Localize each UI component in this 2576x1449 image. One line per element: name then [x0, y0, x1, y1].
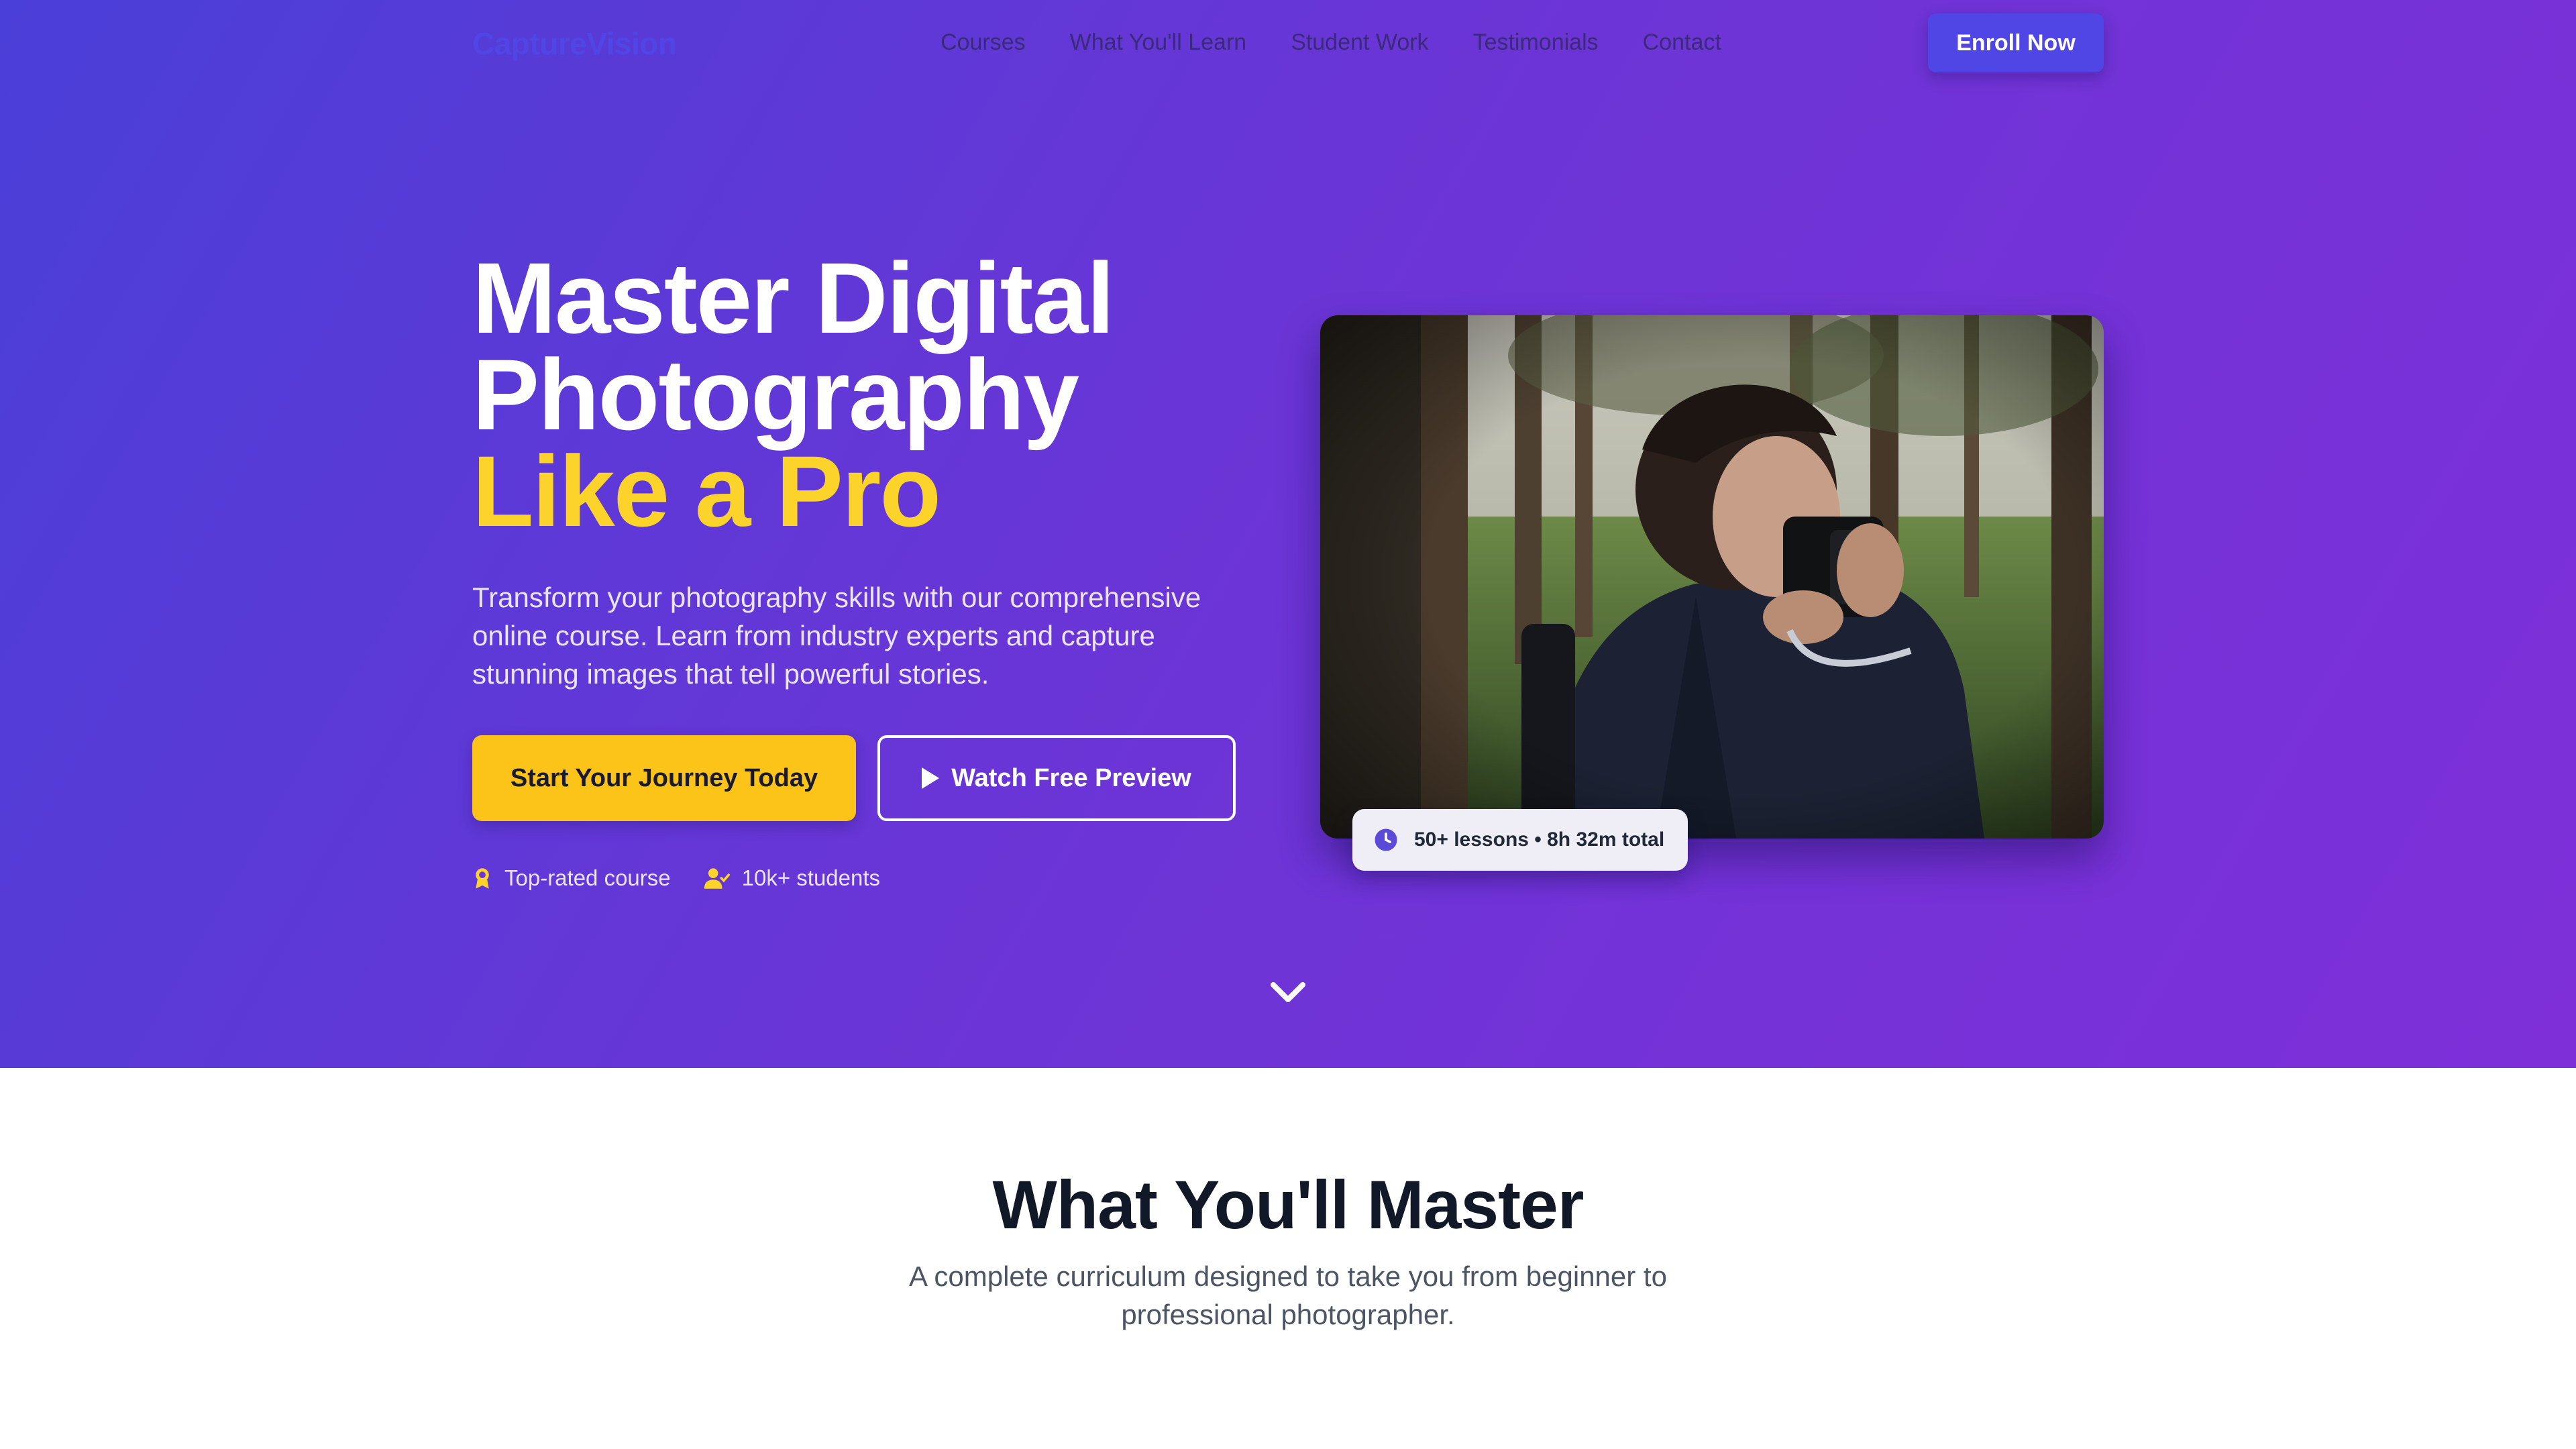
play-icon — [922, 767, 940, 789]
badge-top-rated-label: Top-rated course — [504, 865, 671, 890]
course-stats-text: 50+ lessons • 8h 32m total — [1414, 828, 1665, 851]
badge-top-rated: Top-rated course — [472, 865, 671, 891]
headline-line-1: Master Digital — [472, 241, 1115, 354]
badge-students: 10k+ students — [703, 865, 880, 891]
hero-section: CaptureVision Courses What You'll Learn … — [0, 0, 2576, 1068]
chevron-down-icon[interactable] — [1269, 981, 1307, 1005]
nav-link-student-work[interactable]: Student Work — [1291, 30, 1428, 56]
section-title: What You'll Master — [992, 1167, 1585, 1243]
photographer-image — [1320, 315, 2104, 839]
top-navigation: CaptureVision Courses What You'll Learn … — [0, 0, 2576, 87]
start-journey-button[interactable]: Start Your Journey Today — [472, 735, 856, 821]
badge-students-label: 10k+ students — [741, 865, 881, 890]
watch-preview-label: Watch Free Preview — [951, 763, 1191, 792]
nav-link-testimonials[interactable]: Testimonials — [1473, 30, 1599, 56]
hero-photo — [1320, 315, 2104, 839]
headline-accent: Like a Pro — [472, 435, 941, 547]
hero-headline: Master Digital Photography Like a Pro — [472, 241, 1277, 547]
headline-line-2: Photography — [472, 338, 1079, 451]
nav-links: Courses What You'll Learn Student Work T… — [941, 30, 1721, 56]
enroll-now-button[interactable]: Enroll Now — [1928, 13, 2104, 72]
section-subtitle: A complete curriculum designed to take y… — [909, 1260, 1667, 1330]
watch-preview-button[interactable]: Watch Free Preview — [877, 735, 1236, 821]
nav-link-contact[interactable]: Contact — [1643, 30, 1721, 56]
nav-link-what-youll-learn[interactable]: What You'll Learn — [1070, 30, 1247, 56]
clock-icon — [1375, 828, 1397, 851]
logo[interactable]: CaptureVision — [472, 25, 677, 62]
award-icon — [476, 868, 489, 889]
hero-description: Transform your photography skills with o… — [472, 582, 1201, 690]
nav-link-courses[interactable]: Courses — [941, 30, 1026, 56]
trust-badges: Top-rated course 10k+ students — [472, 865, 880, 891]
course-stats-badge: 50+ lessons • 8h 32m total — [1352, 809, 1688, 871]
user-check-icon — [704, 868, 730, 889]
